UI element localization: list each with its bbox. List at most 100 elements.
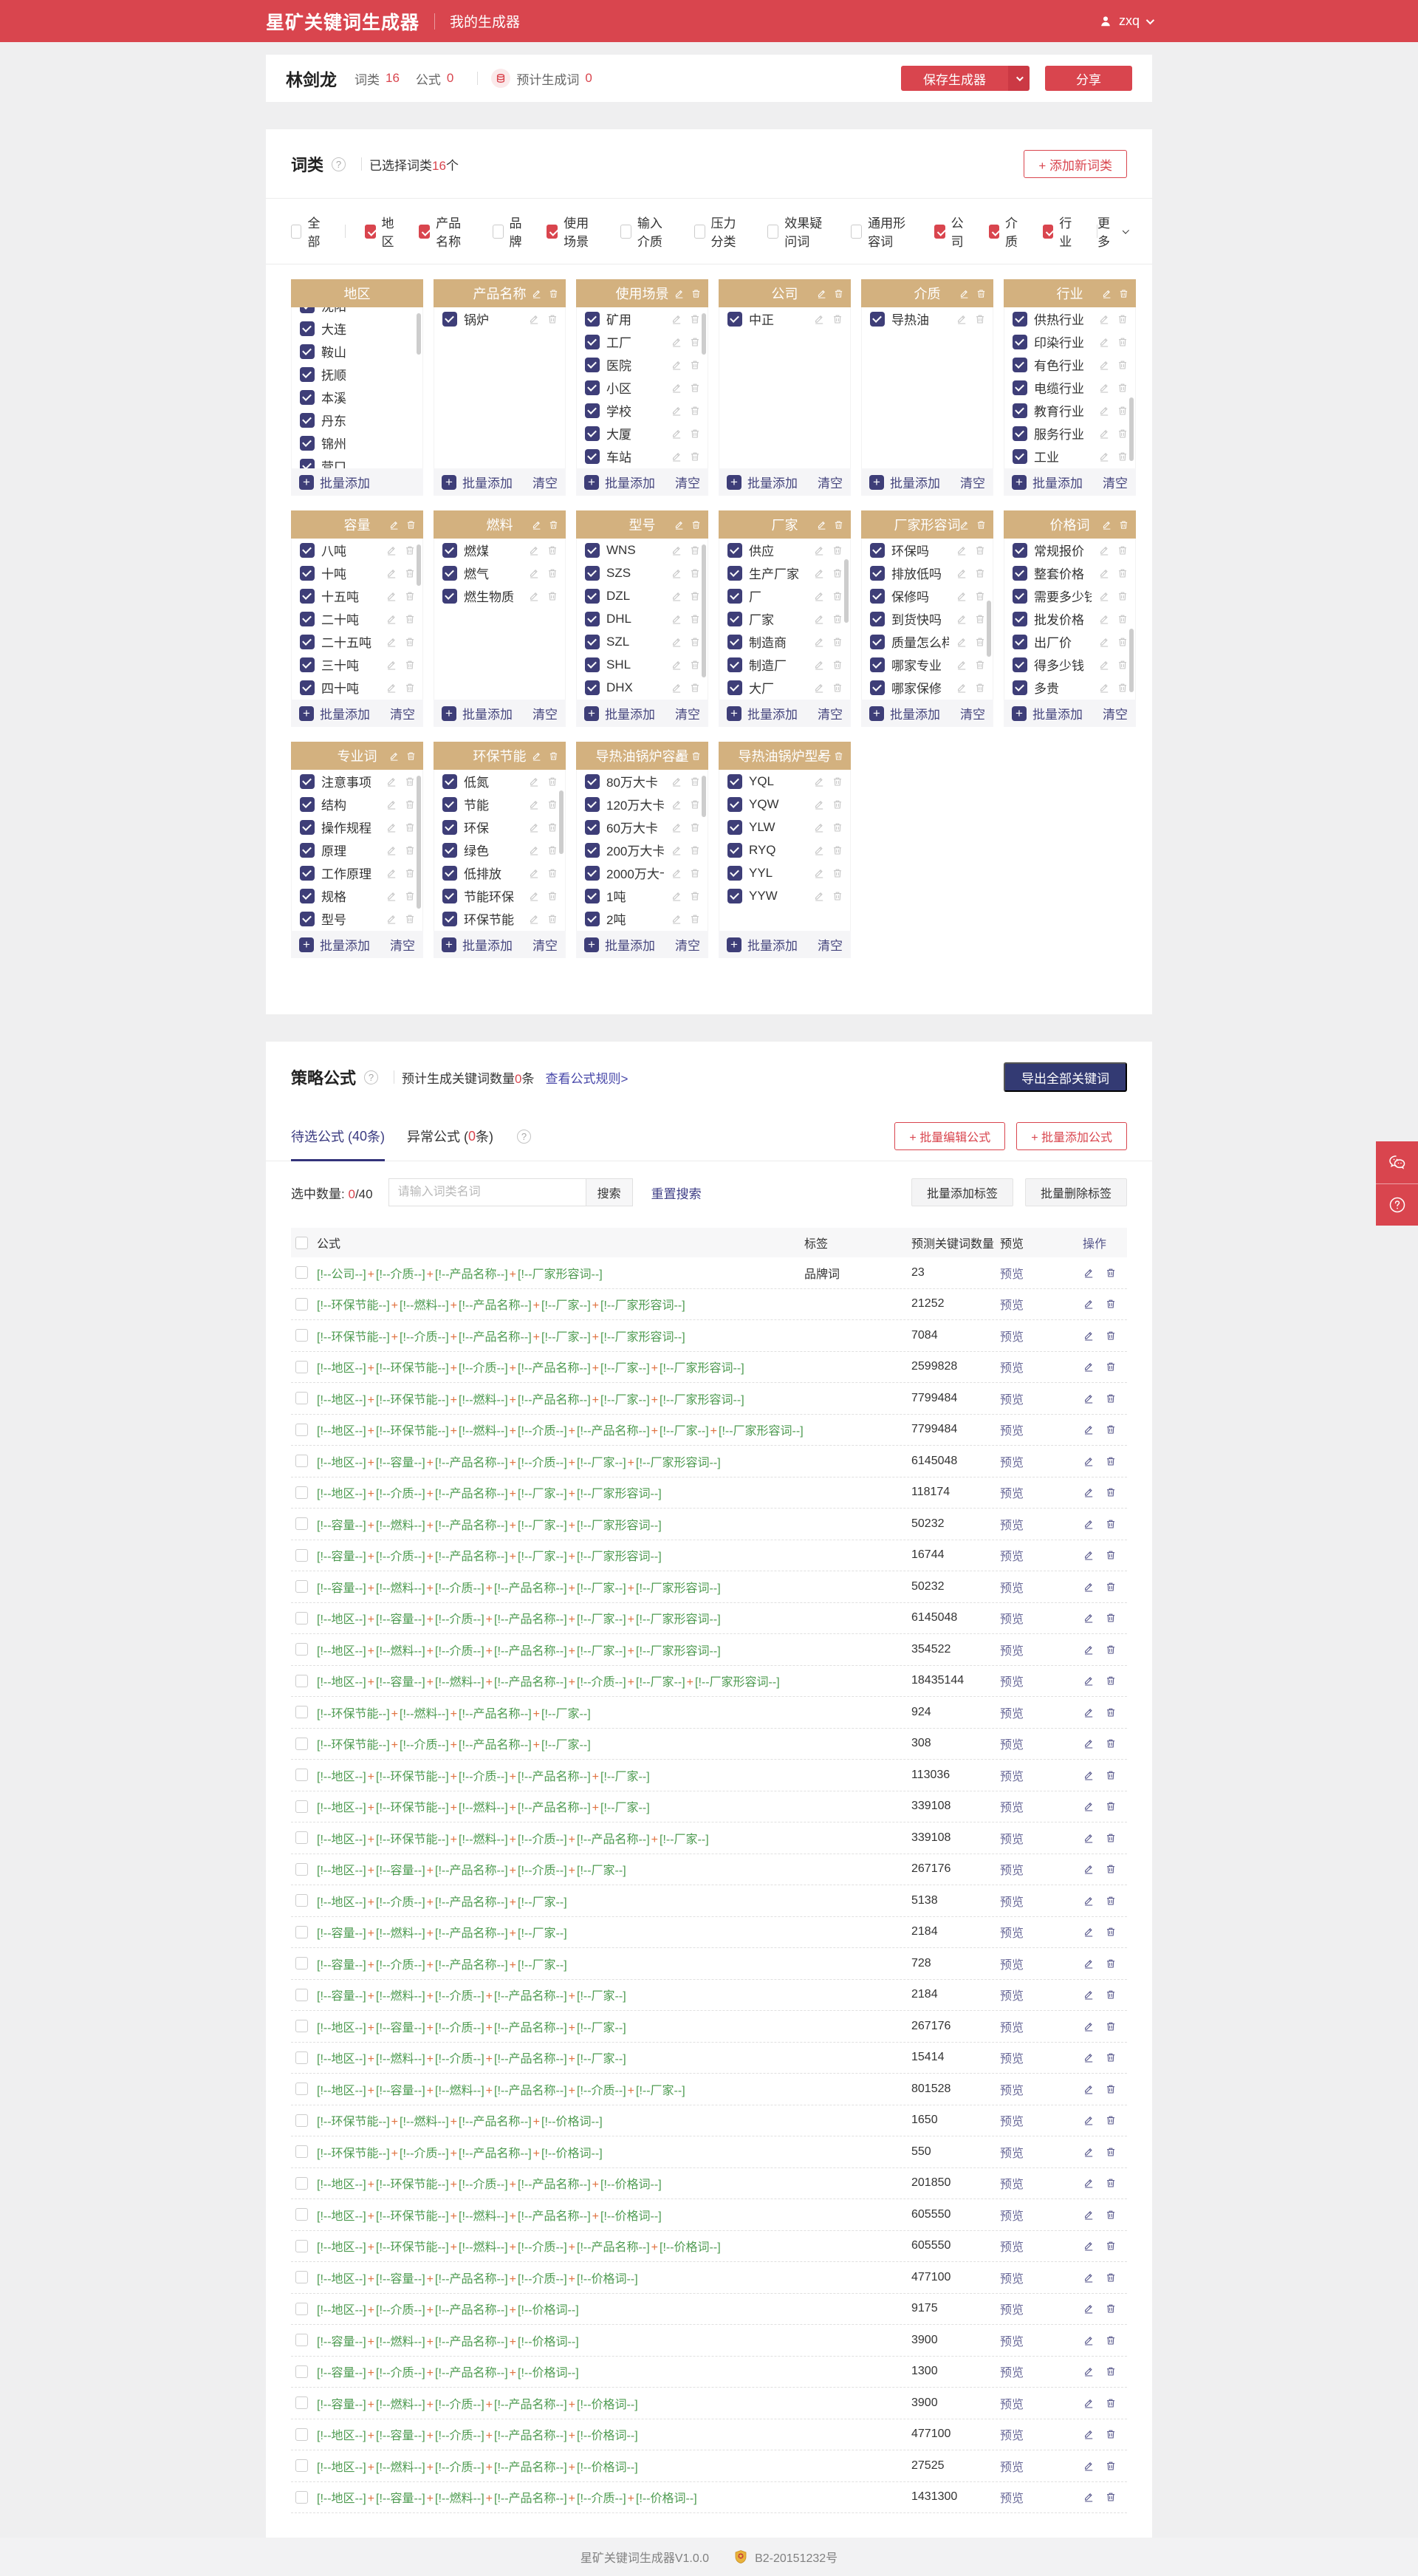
item-edit-icon[interactable] bbox=[386, 799, 397, 810]
preview-link[interactable]: 预览 bbox=[1000, 2304, 1024, 2317]
edit-icon[interactable] bbox=[1083, 1644, 1095, 1656]
preview-link[interactable]: 预览 bbox=[1000, 2367, 1024, 2379]
item-delete-icon[interactable] bbox=[832, 776, 843, 788]
checkbox-icon[interactable] bbox=[295, 2334, 308, 2347]
delete-icon[interactable] bbox=[1105, 1424, 1117, 1435]
item-delete-icon[interactable] bbox=[1117, 682, 1128, 694]
checkbox-icon[interactable] bbox=[295, 1297, 308, 1311]
edit-icon[interactable] bbox=[1083, 2334, 1095, 2346]
edit-icon[interactable] bbox=[1083, 1738, 1095, 1749]
edit-icon[interactable] bbox=[1083, 1863, 1095, 1875]
preview-link[interactable]: 预览 bbox=[1000, 2399, 1024, 2411]
preview-link[interactable]: 预览 bbox=[1000, 1771, 1024, 1783]
filter-介质[interactable]: 介质 bbox=[988, 213, 1024, 250]
delete-icon[interactable] bbox=[1105, 2083, 1117, 2095]
item-edit-icon[interactable] bbox=[671, 590, 682, 602]
item-edit-icon[interactable] bbox=[671, 382, 682, 394]
edit-icon[interactable] bbox=[1083, 1424, 1095, 1435]
clear-button[interactable]: 清空 bbox=[960, 704, 985, 722]
preview-link[interactable]: 预览 bbox=[1000, 1394, 1024, 1407]
checkbox-icon[interactable] bbox=[295, 1486, 308, 1499]
delete-icon[interactable] bbox=[1105, 2020, 1117, 2032]
checkbox-icon[interactable] bbox=[727, 565, 742, 581]
item-edit-icon[interactable] bbox=[671, 613, 682, 625]
checkbox-icon[interactable] bbox=[727, 819, 742, 835]
scrollbar-thumb[interactable] bbox=[702, 776, 706, 817]
delete-icon[interactable] bbox=[1105, 1393, 1117, 1404]
nav-item-my-generators[interactable]: 我的生成器 bbox=[450, 11, 520, 31]
checkbox-icon[interactable] bbox=[300, 565, 315, 581]
checkbox-icon[interactable] bbox=[300, 819, 315, 835]
preview-link[interactable]: 预览 bbox=[1000, 1990, 1024, 2003]
checkbox-icon[interactable] bbox=[585, 680, 600, 695]
item-edit-icon[interactable] bbox=[956, 567, 967, 579]
edit-icon[interactable] bbox=[1083, 2240, 1095, 2252]
bulk-add-button[interactable]: + 批量添加 bbox=[869, 473, 940, 491]
clear-button[interactable]: 清空 bbox=[390, 935, 415, 954]
checkbox-icon[interactable] bbox=[767, 224, 779, 239]
item-delete-icon[interactable] bbox=[1117, 544, 1128, 556]
checkbox-icon[interactable] bbox=[300, 542, 315, 558]
delete-icon[interactable] bbox=[1105, 1989, 1117, 2001]
edit-icon[interactable] bbox=[1083, 1895, 1095, 1907]
checkbox-icon[interactable] bbox=[585, 865, 600, 881]
edit-icon[interactable] bbox=[1083, 2303, 1095, 2314]
checkbox-icon[interactable] bbox=[295, 1674, 308, 1687]
delete-icon[interactable] bbox=[833, 751, 844, 762]
checkbox-icon[interactable] bbox=[295, 2459, 308, 2473]
checkbox-icon[interactable] bbox=[1013, 657, 1027, 672]
item-edit-icon[interactable] bbox=[813, 567, 825, 579]
item-edit-icon[interactable] bbox=[386, 636, 397, 648]
item-edit-icon[interactable] bbox=[956, 544, 967, 556]
checkbox-icon[interactable] bbox=[295, 1862, 308, 1876]
edit-icon[interactable] bbox=[1101, 519, 1112, 530]
item-delete-icon[interactable] bbox=[689, 867, 701, 879]
clear-button[interactable]: 清空 bbox=[532, 473, 558, 491]
delete-icon[interactable] bbox=[548, 751, 559, 762]
bulk-add-button[interactable]: + 批量添加 bbox=[442, 704, 513, 722]
bulk-add-button[interactable]: + 批量添加 bbox=[299, 473, 370, 491]
checkbox-icon[interactable] bbox=[870, 611, 885, 626]
item-edit-icon[interactable] bbox=[956, 313, 967, 325]
item-edit-icon[interactable] bbox=[813, 613, 825, 625]
scrollbar-thumb[interactable] bbox=[1129, 397, 1134, 461]
item-delete-icon[interactable] bbox=[1117, 428, 1128, 440]
item-delete-icon[interactable] bbox=[689, 799, 701, 810]
item-delete-icon[interactable] bbox=[404, 613, 416, 625]
item-edit-icon[interactable] bbox=[1098, 336, 1110, 348]
checkbox-icon[interactable] bbox=[300, 458, 315, 468]
filter-地区[interactable]: 地区 bbox=[365, 213, 400, 250]
checkbox-icon[interactable] bbox=[295, 1769, 308, 1782]
item-delete-icon[interactable] bbox=[689, 451, 701, 462]
clear-button[interactable]: 清空 bbox=[818, 473, 843, 491]
checkbox-icon[interactable] bbox=[1013, 565, 1027, 581]
item-delete-icon[interactable] bbox=[1117, 636, 1128, 648]
preview-link[interactable]: 预览 bbox=[1000, 1613, 1024, 1626]
checkbox-icon[interactable] bbox=[585, 448, 600, 464]
edit-icon[interactable] bbox=[1083, 2177, 1095, 2189]
delete-icon[interactable] bbox=[1105, 1895, 1117, 1907]
preview-link[interactable]: 预览 bbox=[1000, 2179, 1024, 2191]
item-edit-icon[interactable] bbox=[671, 544, 682, 556]
checkbox-icon[interactable] bbox=[585, 819, 600, 835]
clear-button[interactable]: 清空 bbox=[390, 704, 415, 722]
item-delete-icon[interactable] bbox=[689, 405, 701, 417]
delete-icon[interactable] bbox=[1105, 2114, 1117, 2126]
checkbox-icon[interactable] bbox=[442, 865, 457, 881]
item-edit-icon[interactable] bbox=[956, 590, 967, 602]
checkbox-icon[interactable] bbox=[727, 680, 742, 695]
item-edit-icon[interactable] bbox=[671, 428, 682, 440]
item-delete-icon[interactable] bbox=[689, 844, 701, 856]
item-delete-icon[interactable] bbox=[547, 913, 558, 925]
preview-link[interactable]: 预览 bbox=[1000, 2053, 1024, 2066]
bulk-add-button[interactable]: + 批量添加 bbox=[442, 935, 513, 954]
edit-icon[interactable] bbox=[816, 751, 827, 762]
bulk-add-button[interactable]: + 批量添加 bbox=[584, 704, 655, 722]
delete-icon[interactable] bbox=[1105, 1832, 1117, 1844]
edit-icon[interactable] bbox=[674, 288, 685, 299]
checkbox-icon[interactable] bbox=[295, 1706, 308, 1719]
filter-通用形容词[interactable]: 通用形容词 bbox=[851, 213, 915, 250]
checkbox-icon[interactable] bbox=[442, 588, 457, 604]
item-edit-icon[interactable] bbox=[1098, 313, 1110, 325]
checkbox-icon[interactable] bbox=[1013, 357, 1027, 372]
